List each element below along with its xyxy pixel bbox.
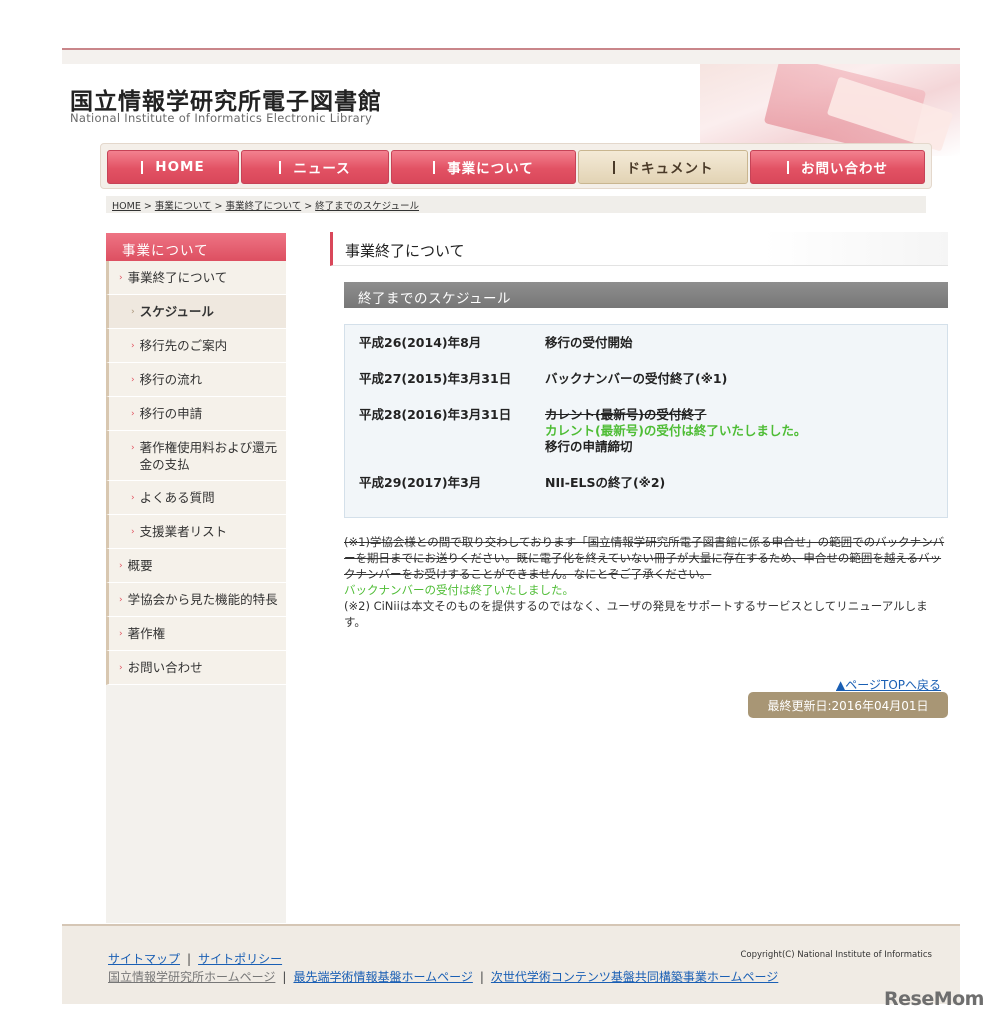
footer: サイトマップ | サイトポリシー 国立情報学研究所ホームページ | 最先端学術情報基盤ホ… (62, 924, 960, 1004)
sidebar-item-vendor-list[interactable]: › 支援業者リスト (106, 515, 286, 549)
nav-documents[interactable]: ドキュメント (578, 150, 748, 184)
schedule-date: 平成28(2016)年3月31日 (359, 407, 512, 422)
chevron-right-icon: › (131, 375, 135, 385)
page-top-link[interactable]: ▲ページTOPへ戻る (836, 676, 941, 693)
breadcrumb-schedule[interactable]: 終了までのスケジュール (315, 201, 419, 212)
chevron-right-icon: › (131, 443, 135, 453)
sidebar-item-faq[interactable]: › よくある質問 (106, 481, 286, 515)
chevron-right-icon: › (131, 493, 135, 503)
footer-csi-home-link[interactable]: 最先端学術情報基盤ホームページ (293, 970, 472, 984)
sidebar-item-copyright[interactable]: › 著作権 (106, 617, 286, 651)
schedule-desc-group: カレント(最新号)の受付終了 カレント(最新号)の受付は終了いたしました。 移行… (545, 407, 806, 455)
bar-icon (612, 160, 615, 174)
note-2: (※2) CiNiiは本文そのものを提供するのではなく、ユーザの発見をサポートす… (344, 599, 928, 629)
schedule-row: 平成26(2014)年8月 移行の受付開始 (359, 335, 933, 351)
sidebar-item-contact[interactable]: › お問い合わせ (106, 651, 286, 685)
schedule-date: 平成29(2017)年3月 (359, 475, 482, 490)
sidebar-item-migration-flow[interactable]: › 移行の流れ (106, 363, 286, 397)
sidebar-heading[interactable]: 事業について (106, 233, 286, 261)
schedule-date: 平成27(2015)年3月31日 (359, 371, 512, 386)
breadcrumb-termination[interactable]: 事業終了について (225, 201, 301, 212)
footer-sitemap-link[interactable]: サイトマップ (108, 952, 180, 966)
footer-links-primary: サイトマップ | サイトポリシー (108, 952, 283, 966)
bar-icon (279, 160, 282, 174)
chevron-right-icon: › (131, 409, 135, 419)
chevron-right-icon: › (119, 273, 123, 283)
nav-news[interactable]: ニュース (241, 150, 389, 184)
section-title: 終了までのスケジュール (344, 282, 948, 308)
schedule-date: 平成26(2014)年8月 (359, 335, 482, 350)
nav-contact[interactable]: お問い合わせ (750, 150, 925, 184)
sidebar-item-royalty-payment[interactable]: › 著作権使用料および還元金の支払 (106, 431, 286, 481)
chevron-right-icon: › (131, 307, 135, 317)
schedule-desc: 移行の受付開始 (545, 335, 633, 350)
notes: (※1)学協会様との間で取り交わしております「国立情報学研究所電子図書館に係る申… (344, 534, 948, 630)
sidebar-item-schedule[interactable]: › スケジュール (106, 295, 286, 329)
copyright: Copyright(C) National Institute of Infor… (740, 950, 932, 960)
last-updated-badge: 最終更新日:2016年04月01日 (748, 692, 948, 718)
breadcrumb-about[interactable]: 事業について (155, 201, 212, 212)
breadcrumb-home[interactable]: HOME (112, 201, 141, 212)
schedule-desc: バックナンバーの受付終了(※1) (545, 371, 728, 386)
schedule-row: 平成27(2015)年3月31日 バックナンバーの受付終了(※1) (359, 371, 933, 387)
global-nav: HOME ニュース 事業について ドキュメント お問い合わせ (100, 143, 932, 189)
resemom-watermark: ReseMom (884, 988, 984, 1010)
footer-next-home-link[interactable]: 次世代学術コンテンツ基盤共同構築事業ホームページ (491, 970, 778, 984)
bar-icon (787, 160, 789, 174)
chevron-right-icon: › (119, 663, 123, 673)
footer-nii-home-link[interactable]: 国立情報学研究所ホームページ (108, 970, 275, 984)
schedule-desc: 移行の申請締切 (545, 439, 633, 454)
breadcrumb: HOME > 事業について > 事業終了について > 終了までのスケジュール (106, 196, 926, 213)
nav-about[interactable]: 事業について (391, 150, 576, 184)
note-1-notice: バックナンバーの受付は終了いたしました。 (344, 583, 574, 597)
chevron-right-icon: › (119, 595, 123, 605)
main-content: 事業終了について 終了までのスケジュール 平成26(2014)年8月 移行の受付… (330, 232, 948, 630)
schedule-row: 平成28(2016)年3月31日 カレント(最新号)の受付終了 カレント(最新号… (359, 407, 933, 455)
schedule-row: 平成29(2017)年3月 NII-ELSの終了(※2) (359, 475, 933, 491)
sidebar-item-overview[interactable]: › 概要 (106, 549, 286, 583)
site-subtitle: National Institute of Informatics Electr… (70, 111, 373, 125)
sidebar-item-termination[interactable]: › 事業終了について (106, 261, 286, 295)
sidebar-item-migration-application[interactable]: › 移行の申請 (106, 397, 286, 431)
schedule-table: 平成26(2014)年8月 移行の受付開始 平成27(2015)年3月31日 バ… (344, 324, 948, 518)
sidebar-item-migration-guide[interactable]: › 移行先のご案内 (106, 329, 286, 363)
chevron-right-icon: › (131, 341, 135, 351)
schedule-desc-struck: カレント(最新号)の受付終了 (545, 407, 707, 422)
footer-policy-link[interactable]: サイトポリシー (198, 952, 282, 966)
footer-links-secondary: 国立情報学研究所ホームページ | 最先端学術情報基盤ホームページ | 次世代学術コンテン… (108, 970, 779, 984)
schedule-desc: NII-ELSの終了(※2) (545, 475, 666, 490)
bar-icon (433, 160, 436, 174)
chevron-right-icon: › (119, 629, 123, 639)
note-1-struck: (※1)学協会様との間で取り交わしております「国立情報学研究所電子図書館に係る申… (344, 535, 945, 581)
sidebar-item-features[interactable]: › 学協会から見た機能的特長 (106, 583, 286, 617)
schedule-desc-notice: カレント(最新号)の受付は終了いたしました。 (545, 423, 807, 438)
top-band (62, 50, 960, 64)
bar-icon (141, 160, 144, 174)
page-title: 事業終了について (330, 232, 948, 266)
nav-home[interactable]: HOME (107, 150, 239, 184)
sidebar: 事業について › 事業終了について › スケジュール › 移行先のご案内 › 移行の流れ… (106, 233, 286, 923)
chevron-right-icon: › (119, 561, 123, 571)
chevron-right-icon: › (131, 527, 135, 537)
